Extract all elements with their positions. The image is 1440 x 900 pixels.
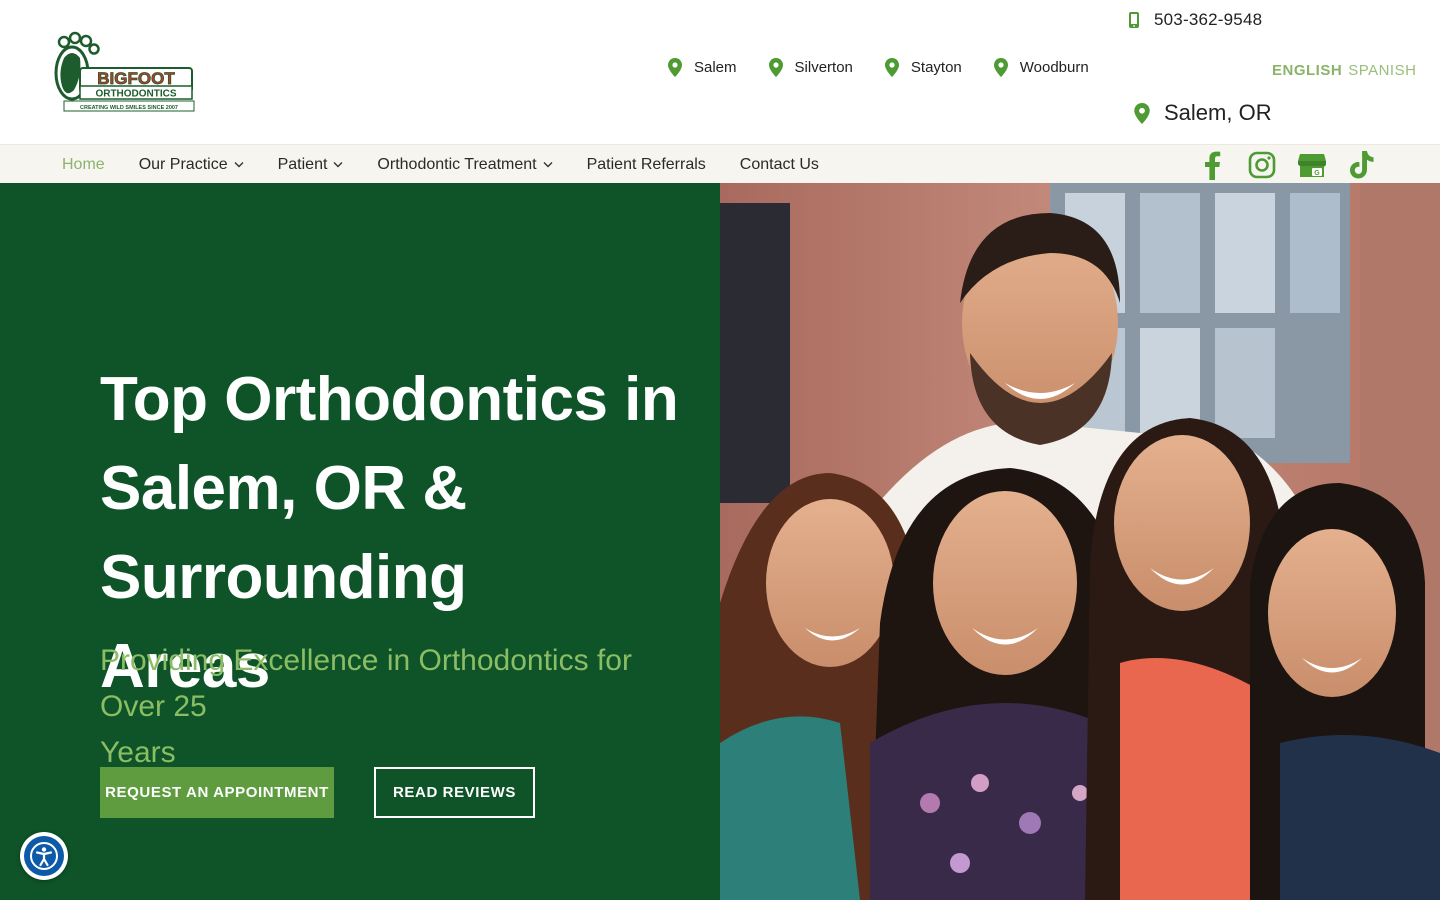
instagram-icon [1248, 151, 1276, 179]
current-location-selector[interactable]: Salem, OR [1134, 100, 1272, 126]
read-reviews-button[interactable]: READ REVIEWS [374, 767, 535, 818]
accessibility-icon [24, 836, 64, 876]
map-pin-icon [1134, 102, 1150, 124]
hero-title-line: Salem, OR & Surrounding [100, 454, 467, 612]
language-switcher: ENGLISH SPANISH [1272, 62, 1416, 79]
hero-title-line: Top Orthodontics in [100, 365, 679, 434]
chevron-down-icon [234, 162, 244, 168]
logo-sub: ORTHODONTICS [95, 89, 176, 100]
accessibility-button[interactable] [20, 832, 68, 880]
hero-subtitle-line: Providing Excellence in Orthodontics for… [100, 644, 632, 723]
map-pin-icon [884, 58, 899, 77]
nav-item-patient-referrals[interactable]: Patient Referrals [587, 156, 706, 174]
hero-subtitle-line: Years [100, 736, 176, 769]
bigfoot-logo[interactable]: BIGFOOT ORTHODONTICS CREATING WILD SMILE… [44, 28, 196, 116]
main-navbar: Home Our Practice Patient Orthodontic Tr… [0, 144, 1440, 183]
bigfoot-logo-graphic: BIGFOOT ORTHODONTICS CREATING WILD SMILE… [54, 31, 195, 112]
chevron-down-icon [543, 162, 553, 168]
social-links: G [1196, 147, 1378, 183]
google-business-icon: G [1298, 154, 1326, 177]
lang-english-link[interactable]: ENGLISH [1272, 62, 1342, 79]
site-header: BIGFOOT ORTHODONTICS CREATING WILD SMILE… [0, 0, 1440, 144]
nav-item-contact-us[interactable]: Contact Us [740, 156, 819, 174]
request-appointment-button[interactable]: REQUEST AN APPOINTMENT [100, 767, 334, 818]
logo-name: BIGFOOT [97, 69, 175, 88]
location-link-silverton[interactable]: Silverton [768, 58, 853, 77]
nav-item-orthodontic-treatment[interactable]: Orthodontic Treatment [377, 155, 553, 174]
facebook-icon [1205, 151, 1221, 180]
chevron-down-icon [333, 162, 343, 168]
location-label: Salem [694, 59, 737, 76]
location-links: Salem Silverton Stayton Woodburn [668, 58, 1089, 77]
nav-item-patient[interactable]: Patient [278, 156, 344, 174]
lang-spanish-link[interactable]: SPANISH [1348, 62, 1416, 79]
instagram-link[interactable] [1246, 149, 1278, 181]
map-pin-icon [993, 58, 1008, 77]
location-label: Silverton [794, 59, 853, 76]
svg-text:G: G [1314, 170, 1320, 177]
location-link-stayton[interactable]: Stayton [884, 58, 962, 77]
nav-item-home[interactable]: Home [62, 156, 105, 174]
nav-item-label: Patient [277, 155, 328, 173]
nav-item-our-practice[interactable]: Our Practice [139, 156, 244, 174]
phone-link[interactable]: 503-362-9548 [1128, 8, 1262, 32]
tiktok-icon [1350, 151, 1374, 179]
current-location-label: Salem, OR [1164, 100, 1272, 125]
phone-number: 503-362-9548 [1154, 10, 1263, 29]
map-pin-icon [668, 58, 682, 77]
map-pin-icon [768, 58, 783, 77]
location-link-woodburn[interactable]: Woodburn [993, 58, 1089, 77]
mobile-phone-icon [1129, 12, 1139, 28]
location-label: Stayton [910, 59, 962, 76]
nav-item-label: Home [62, 155, 105, 173]
location-link-salem[interactable]: Salem [668, 58, 737, 77]
facebook-link[interactable] [1196, 149, 1228, 181]
nav-item-label: Our Practice [138, 155, 228, 173]
logo-tagline: CREATING WILD SMILES SINCE 2007 [80, 105, 178, 111]
nav-item-label: Patient Referrals [586, 155, 706, 173]
hero-subtitle: Providing Excellence in Orthodontics for… [100, 638, 680, 776]
hero-family-photo [720, 183, 1440, 900]
tiktok-link[interactable] [1346, 149, 1378, 181]
google-business-link[interactable]: G [1296, 149, 1328, 181]
family-photo-illustration [720, 183, 1440, 900]
main-nav: Home Our Practice Patient Orthodontic Tr… [62, 145, 853, 184]
nav-item-label: Orthodontic Treatment [377, 155, 537, 173]
nav-item-label: Contact Us [739, 155, 819, 173]
location-label: Woodburn [1019, 59, 1089, 76]
